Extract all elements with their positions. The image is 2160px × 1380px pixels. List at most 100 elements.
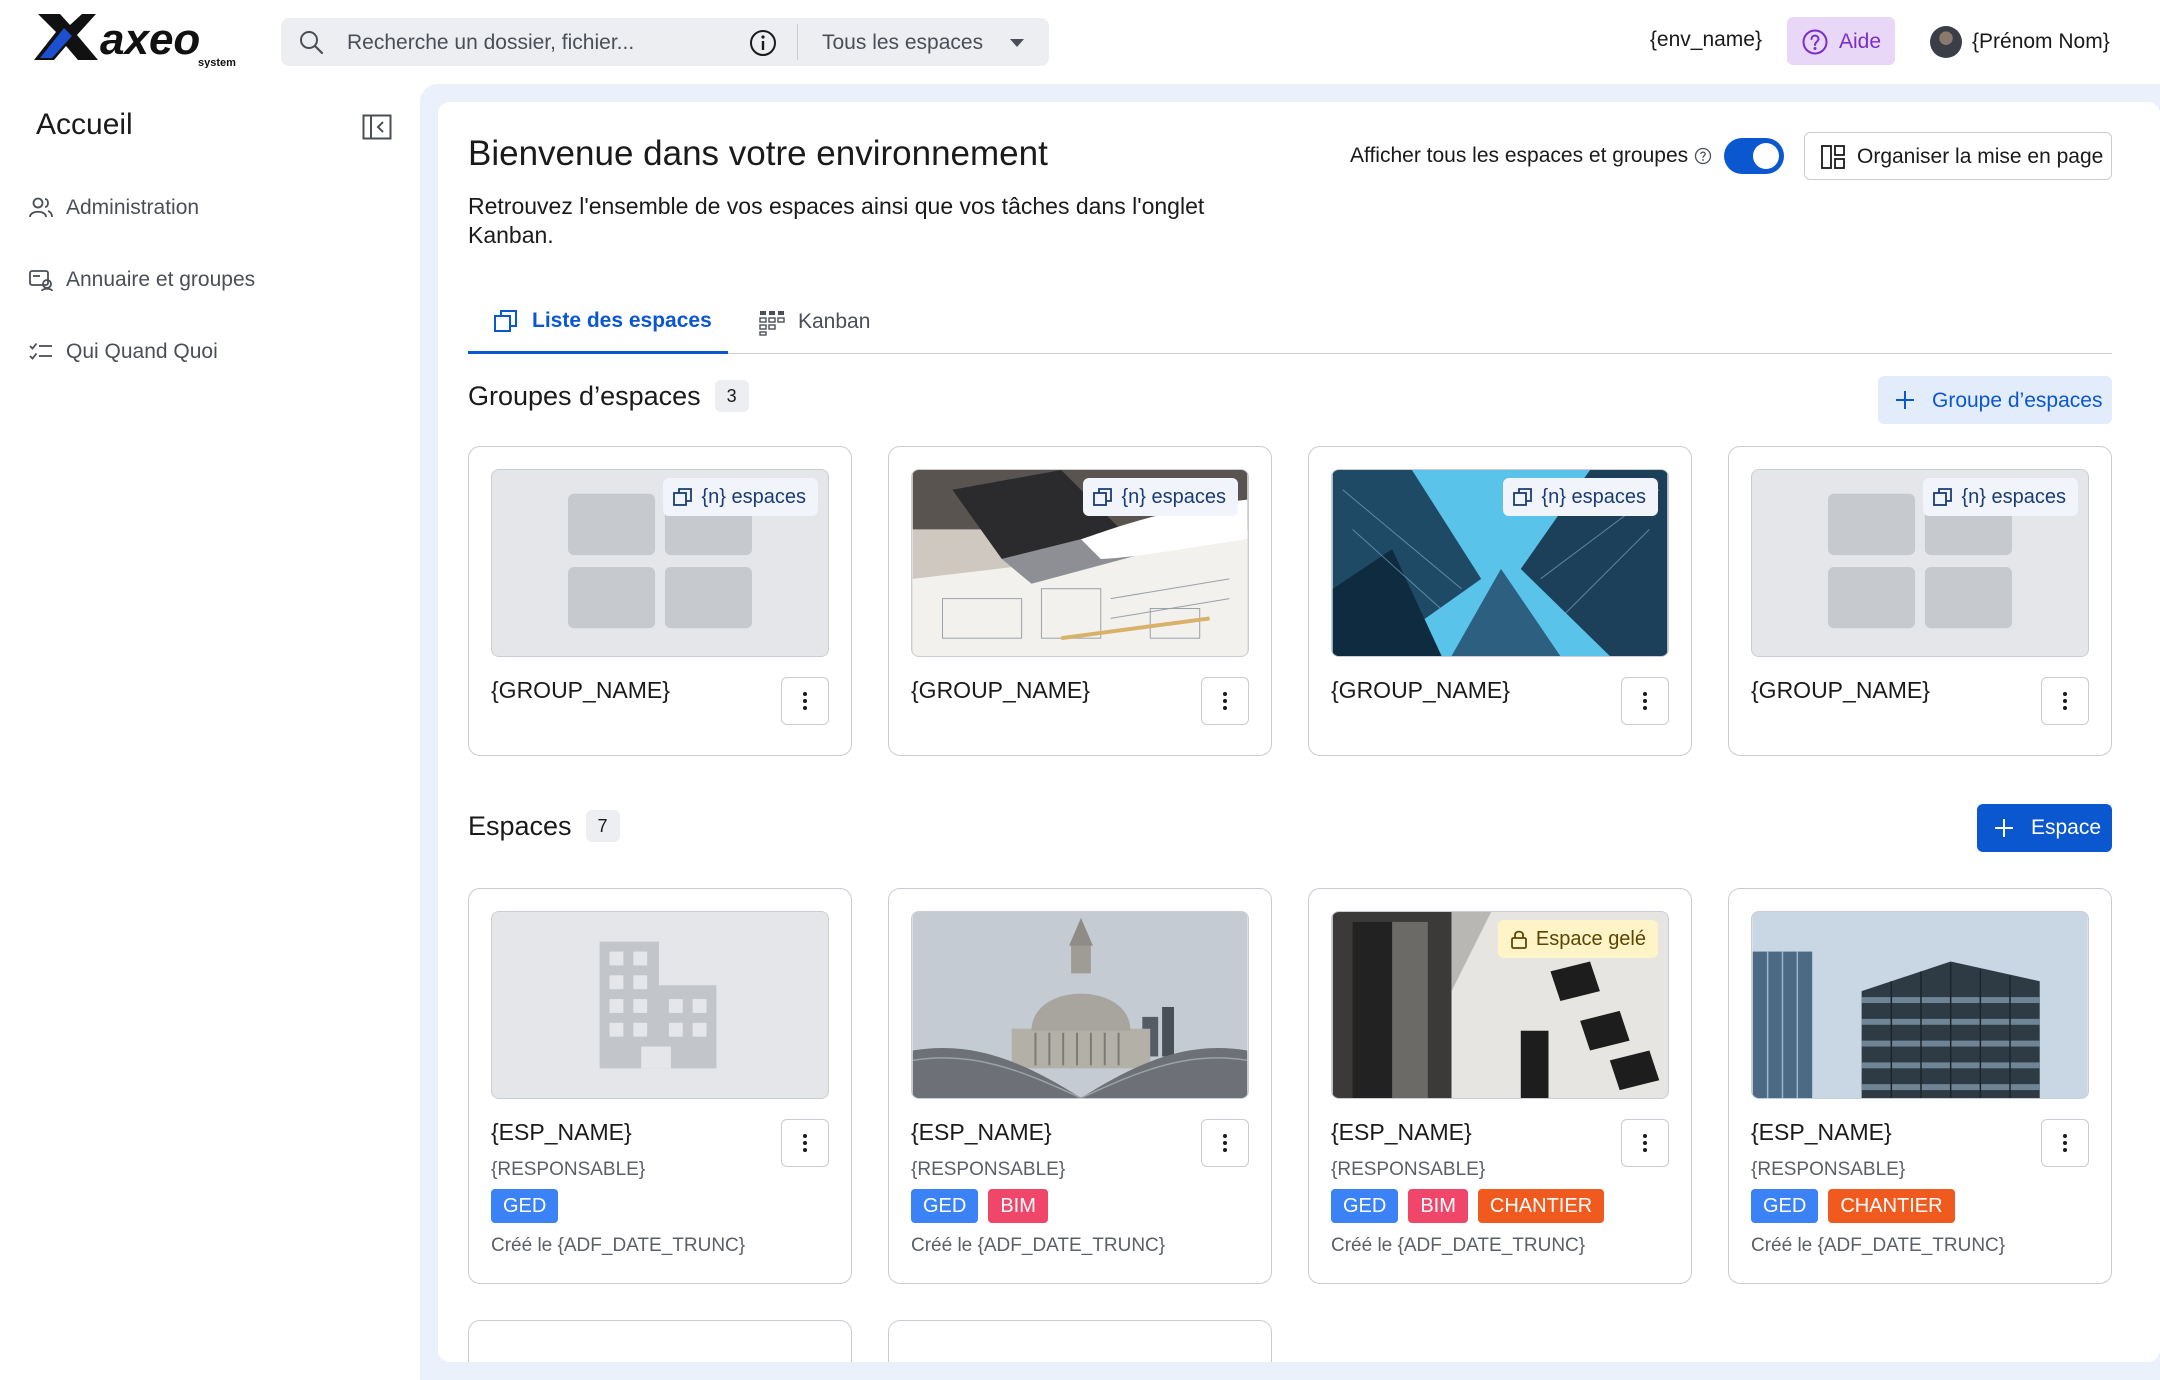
space-tags: GED BIM CHANTIER: [1331, 1189, 1605, 1223]
spaces-count-text: {n} espaces: [1541, 485, 1646, 508]
space-card[interactable]: {ESP_NAME} {RESPONSABLE} GED BIM Créé le…: [888, 888, 1272, 1284]
help-circle-icon[interactable]: [1694, 147, 1712, 165]
tab-kanban[interactable]: Kanban: [758, 290, 870, 354]
organize-layout-button[interactable]: Organiser la mise en page: [1804, 132, 2112, 180]
frozen-space-badge: Espace gelé: [1497, 920, 1658, 958]
lock-icon: [1511, 930, 1527, 949]
spaces-title-text: Espaces: [468, 810, 572, 841]
space-tags: GED CHANTIER: [1751, 1189, 1955, 1223]
space-created-date: Créé le {ADF_DATE_TRUNC}: [491, 1235, 746, 1256]
tab-label: Kanban: [798, 310, 871, 333]
help-label: Aide: [1839, 30, 1882, 53]
spaces-count-badge: {n} espaces: [663, 478, 818, 516]
tag-bim: BIM: [1408, 1189, 1468, 1223]
tag-ged: GED: [911, 1189, 979, 1223]
tag-ged: GED: [1751, 1189, 1819, 1223]
search-input[interactable]: Recherche un dossier, fichier...: [347, 31, 634, 55]
sidebar-item-qui-quand-quoi[interactable]: Qui Quand Quoi: [28, 334, 218, 370]
group-thumbnail-placeholder: {n} espaces: [1751, 469, 2089, 657]
tag-chantier: CHANTIER: [1828, 1189, 1955, 1223]
space-card[interactable]: [888, 1320, 1272, 1362]
sidebar: Accueil Administration Annuaire et group…: [0, 84, 420, 1380]
space-responsable: {RESPONSABLE}: [911, 1159, 1066, 1180]
group-name: {GROUP_NAME}: [491, 677, 670, 703]
group-name: {GROUP_NAME}: [1751, 677, 1930, 703]
groups-section-title: Groupes d’espaces 3: [468, 380, 749, 412]
space-card[interactable]: {ESP_NAME} {RESPONSABLE} GED Créé le {AD…: [468, 888, 852, 1284]
space-name: {ESP_NAME}: [491, 1119, 632, 1145]
space-name: {ESP_NAME}: [911, 1119, 1052, 1145]
space-card[interactable]: Espace gelé {ESP_NAME} {RESPONSABLE} GED…: [1308, 888, 1692, 1284]
tag-ged: GED: [1331, 1189, 1399, 1223]
group-thumbnail-placeholder: {n} espaces: [491, 469, 829, 657]
space-thumbnail-image: [911, 911, 1249, 1099]
sidebar-item-annuaire[interactable]: Annuaire et groupes: [28, 262, 255, 298]
space-menu-button[interactable]: [1201, 1119, 1249, 1167]
user-name: {Prénom Nom}: [1972, 30, 2110, 53]
kanban-icon: [759, 311, 785, 336]
group-card[interactable]: {n} espaces {GROUP_NAME}: [888, 446, 1272, 756]
cathedral-dome-image: [912, 912, 1248, 1098]
sidebar-item-label: Administration: [66, 196, 200, 219]
group-name: {GROUP_NAME}: [911, 677, 1090, 703]
more-vertical-icon: [1223, 692, 1227, 710]
group-card[interactable]: {n} espaces {GROUP_NAME}: [1308, 446, 1692, 756]
search-icon: [300, 31, 324, 55]
space-menu-button[interactable]: [1621, 1119, 1669, 1167]
space-card[interactable]: [468, 1320, 852, 1362]
group-card[interactable]: {n} espaces {GROUP_NAME}: [1728, 446, 2112, 756]
organize-layout-label: Organiser la mise en page: [1857, 145, 2104, 168]
search-divider: [797, 24, 798, 60]
space-responsable: {RESPONSABLE}: [491, 1159, 646, 1180]
copy-stack-icon: [494, 309, 517, 332]
user-menu[interactable]: {Prénom Nom}: [1930, 24, 2110, 60]
axeo-logo[interactable]: axeo system: [34, 14, 260, 68]
checklist-icon: [29, 342, 52, 360]
collapse-sidebar-icon[interactable]: [362, 114, 392, 140]
more-vertical-icon: [1223, 1134, 1227, 1152]
more-vertical-icon: [1643, 1134, 1647, 1152]
scope-select[interactable]: Tous les espaces: [822, 31, 983, 55]
group-menu-button[interactable]: [2041, 677, 2089, 725]
plus-icon: [1896, 391, 1914, 409]
group-menu-button[interactable]: [781, 677, 829, 725]
tag-bim: BIM: [988, 1189, 1048, 1223]
space-thumbnail-image: [1751, 911, 2089, 1099]
group-card[interactable]: {n} espaces {GROUP_NAME}: [468, 446, 852, 756]
space-tags: GED BIM: [911, 1189, 1048, 1223]
spaces-count-text: {n} espaces: [701, 485, 806, 508]
svg-text:system: system: [198, 57, 236, 68]
space-name: {ESP_NAME}: [1331, 1119, 1472, 1145]
space-created-date: Créé le {ADF_DATE_TRUNC}: [1331, 1235, 1586, 1256]
add-space-button[interactable]: Espace: [1977, 804, 2112, 852]
space-menu-button[interactable]: [781, 1119, 829, 1167]
frozen-badge-text: Espace gelé: [1535, 927, 1646, 950]
groups-count-badge: 3: [714, 380, 749, 412]
contact-card-icon: [29, 270, 53, 292]
spaces-count-badge: {n} espaces: [1083, 478, 1238, 516]
show-all-toggle[interactable]: [1724, 138, 1784, 174]
chevron-down-icon[interactable]: [1009, 37, 1025, 49]
help-button[interactable]: Aide: [1787, 17, 1895, 65]
sidebar-title: Accueil: [36, 108, 133, 141]
more-vertical-icon: [803, 692, 807, 710]
tab-label: Liste des espaces: [532, 308, 712, 332]
env-name: {env_name}: [1649, 28, 1762, 51]
space-menu-button[interactable]: [2041, 1119, 2089, 1167]
search-bar[interactable]: Recherche un dossier, fichier... Tous le…: [281, 18, 1049, 66]
more-vertical-icon: [803, 1134, 807, 1152]
sidebar-item-label: Annuaire et groupes: [66, 268, 256, 291]
group-menu-button[interactable]: [1201, 677, 1249, 725]
page-subtitle: Retrouvez l'ensemble de vos espaces ains…: [468, 193, 1205, 248]
sidebar-item-label: Qui Quand Quoi: [66, 340, 218, 363]
sidebar-item-administration[interactable]: Administration: [28, 190, 199, 226]
group-menu-button[interactable]: [1621, 677, 1669, 725]
add-group-button[interactable]: Groupe d’espaces: [1878, 376, 2112, 424]
group-thumbnail-image: {n} espaces: [911, 469, 1249, 657]
space-card[interactable]: {ESP_NAME} {RESPONSABLE} GED CHANTIER Cr…: [1728, 888, 2112, 1284]
spaces-count-badge: {n} espaces: [1923, 478, 2078, 516]
avatar: [1930, 26, 1962, 58]
page-title: Bienvenue dans votre environnement: [468, 134, 1048, 173]
tab-liste-des-espaces[interactable]: Liste des espaces: [468, 290, 728, 354]
info-icon[interactable]: [748, 28, 778, 58]
